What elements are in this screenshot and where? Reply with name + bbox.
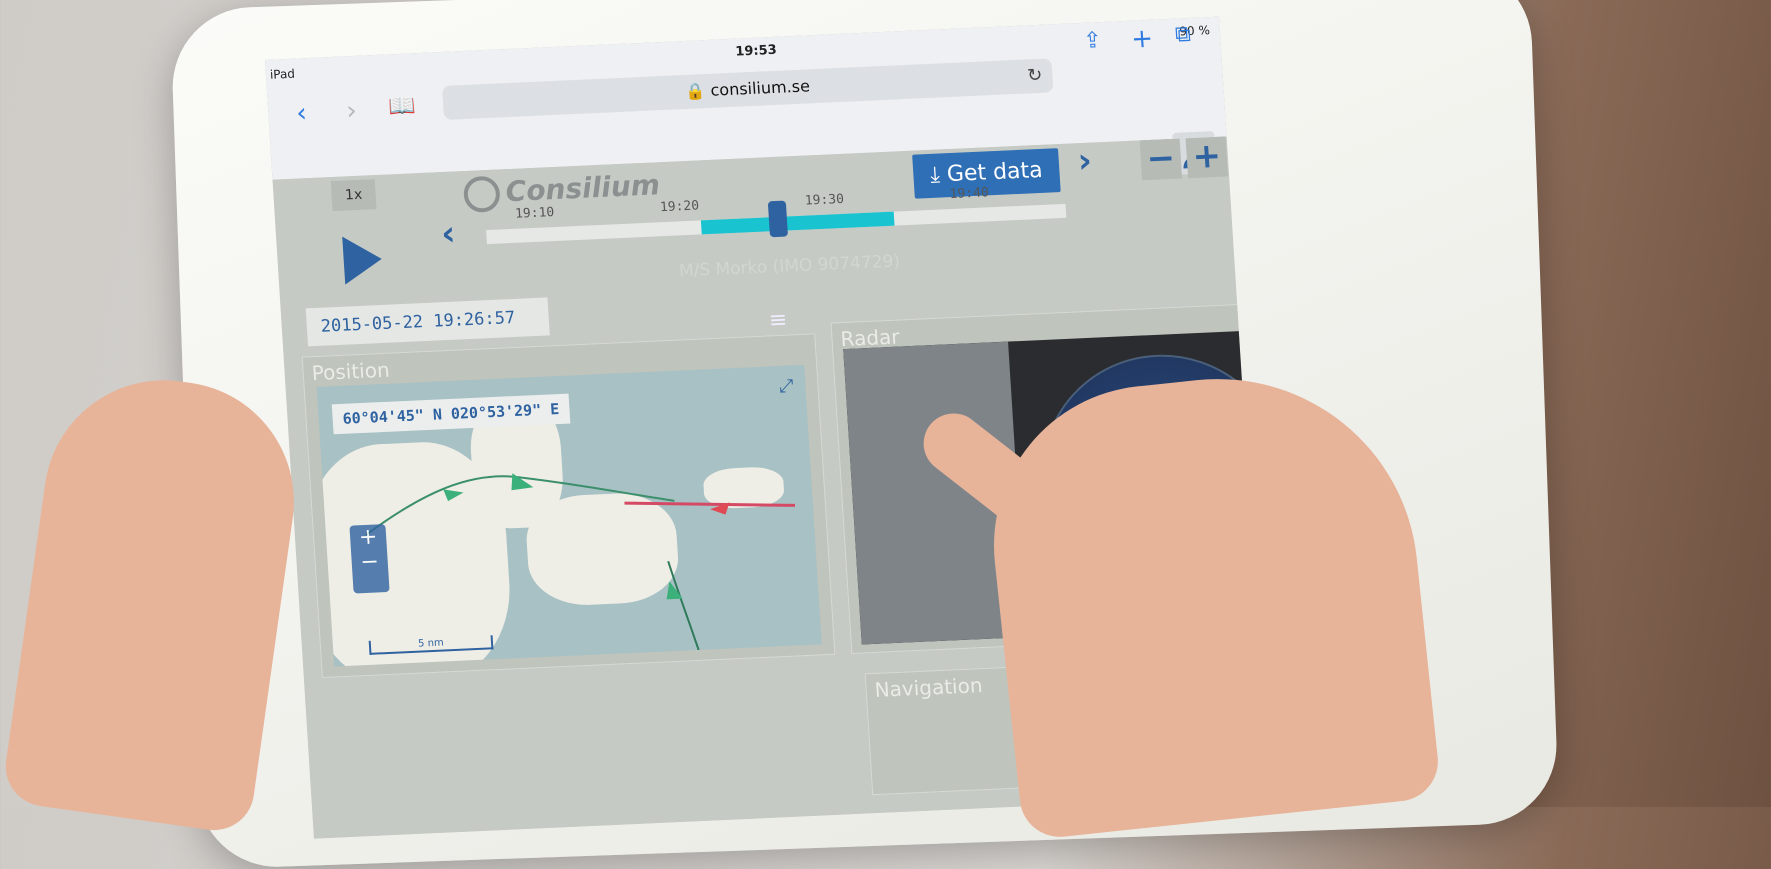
play-icon[interactable] [342, 234, 384, 285]
reload-icon[interactable]: ↻ [1026, 59, 1043, 94]
zoom-in-button[interactable]: + [1185, 136, 1229, 179]
panel-title: Position [311, 357, 391, 386]
position-map[interactable]: 60°04'45" N 020°53'29" E ⤢ + − 5 nm [316, 364, 822, 667]
panel-title: Navigation [873, 673, 984, 702]
device-label: iPad [269, 66, 296, 82]
bookmarks-icon[interactable]: 📖 [387, 93, 416, 119]
share-icon[interactable]: ⇪ [1083, 28, 1103, 54]
vessel-name: M/S Morko (IMO 9074729) [678, 251, 901, 282]
new-tab-icon[interactable]: + [1130, 24, 1154, 55]
clock: 19:53 [734, 42, 778, 60]
timeline-tick: 19:20 [659, 198, 700, 216]
forward-icon[interactable]: › [345, 96, 357, 126]
expand-icon[interactable]: ⤢ [778, 375, 794, 397]
position-panel: Position ≡ 60°04'45" N 020°53'29" E ⤢ + … [301, 308, 836, 679]
timeline-slider[interactable]: 19:10 19:20 19:30 19:40 [486, 185, 1067, 245]
zoom-out-button[interactable]: − [1139, 138, 1183, 181]
timeline-tick: 19:30 [804, 191, 845, 209]
timeline-selected-range [700, 211, 895, 235]
map-zoom-control[interactable]: + − [349, 524, 390, 594]
timeline-prev-icon[interactable]: ‹ [440, 214, 457, 255]
timeline-handle[interactable] [767, 200, 789, 238]
map-zoom-out-icon[interactable]: − [351, 549, 389, 576]
playback-speed[interactable]: 1x [330, 179, 377, 212]
tabs-icon[interactable]: ⧉ [1174, 22, 1191, 48]
current-datetime: 2015-05-22 19:26:57 [305, 297, 550, 347]
timeline-tick: 19:10 [514, 205, 555, 222]
lock-icon: 🔒 [684, 81, 707, 101]
get-data-label: Get data [946, 157, 1044, 188]
timeline-next-icon[interactable]: › [1077, 141, 1094, 182]
url-text: consilium.se [709, 76, 811, 100]
map-zoom-in-icon[interactable]: + [349, 524, 387, 551]
menu-icon[interactable]: ≡ [768, 308, 788, 334]
consilium-logo: Consilium [462, 168, 661, 214]
back-icon[interactable]: ‹ [295, 98, 307, 128]
timeline-tick: 19:40 [949, 185, 990, 203]
